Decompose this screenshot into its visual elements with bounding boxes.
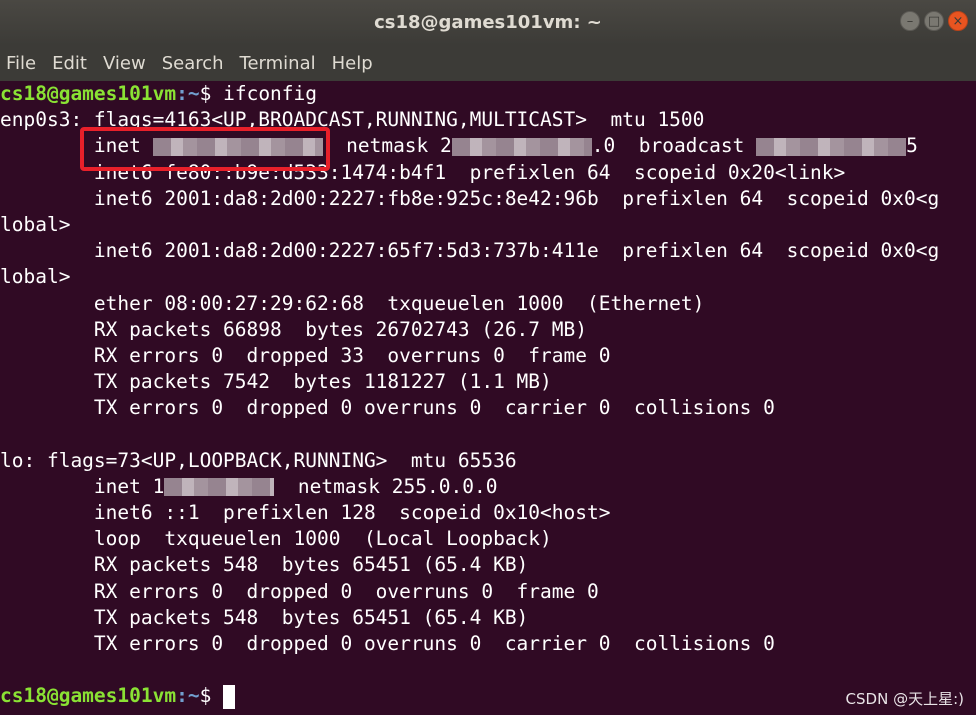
prompt-symbol: $ (199, 82, 212, 105)
redacted-lo-ip (164, 478, 275, 497)
redacted-broadcast (756, 137, 907, 156)
menu-bar: File Edit View Search Terminal Help (0, 45, 976, 81)
menu-help[interactable]: Help (332, 53, 373, 74)
prompt-user: cs18@games101vm (0, 82, 177, 105)
command-text: ifconfig (223, 82, 318, 105)
lo-netmask: netmask 255.0.0.0 (274, 474, 498, 498)
output-line: TX errors 0 dropped 0 overruns 0 carrier… (0, 396, 775, 420)
window-controls: – □ × (900, 11, 968, 31)
output-line: lobal> (0, 265, 71, 289)
redacted-netmask (451, 137, 592, 156)
output-line: TX errors 0 dropped 0 overruns 0 carrier… (0, 631, 775, 655)
terminal-output[interactable]: cs18@games101vm:~$ ifconfig enp0s3: flag… (0, 81, 976, 715)
output-line: inet6 fe80::b9e:d533:1474:b4f1 prefixlen… (0, 160, 846, 184)
output-line: RX errors 0 dropped 0 overruns 0 frame 0 (0, 579, 599, 603)
menu-edit[interactable]: Edit (52, 53, 87, 74)
prompt-symbol: $ (199, 684, 212, 708)
text-cursor (223, 684, 236, 709)
output-line: TX packets 7542 bytes 1181227 (1.1 MB) (0, 370, 552, 394)
title-bar[interactable]: cs18@games101vm: ~ – □ × (0, 0, 976, 45)
menu-terminal[interactable]: Terminal (240, 53, 316, 74)
output-line: inet6 2001:da8:2d00:2227:65f7:5d3:737b:4… (0, 239, 940, 263)
output-line: inet6 ::1 prefixlen 128 scopeid 0x10<hos… (0, 501, 611, 524)
lo-inet-label: inet 1 (0, 474, 165, 498)
maximize-icon: □ (927, 13, 941, 29)
menu-file[interactable]: File (6, 53, 36, 74)
inet-label: inet (0, 134, 153, 158)
redacted-ip (152, 137, 323, 156)
maximize-button[interactable]: □ (924, 11, 944, 31)
prompt-user: cs18@games101vm (0, 684, 177, 708)
prompt-path: :~ (176, 684, 200, 708)
menu-search[interactable]: Search (162, 53, 224, 74)
output-line: RX packets 548 bytes 65451 (65.4 KB) (0, 553, 529, 577)
output-line: inet6 2001:da8:2d00:2227:fb8e:925c:8e42:… (0, 186, 940, 210)
prompt-line: cs18@games101vm:~$ (0, 683, 976, 709)
close-button[interactable]: × (948, 11, 968, 31)
output-line: enp0s3: flags=4163<UP,BROADCAST,RUNNING,… (0, 108, 705, 132)
lo-inet-line: inet 1 netmask 255.0.0.0 (0, 474, 976, 500)
netmask-suffix: .0 broadcast (591, 134, 757, 158)
output-line: ether 08:00:27:29:62:68 txqueuelen 1000 … (0, 291, 705, 315)
broadcast-suffix: 5 (906, 134, 918, 158)
output-line: lobal> (0, 212, 71, 236)
minimize-button[interactable]: – (900, 11, 920, 31)
netmask-label: netmask 2 (322, 134, 452, 158)
output-line: lo: flags=73<UP,LOOPBACK,RUNNING> mtu 65… (0, 448, 517, 472)
minimize-icon: – (906, 13, 914, 29)
output-line: TX packets 548 bytes 65451 (65.4 KB) (0, 605, 529, 629)
window-title: cs18@games101vm: ~ (374, 12, 602, 33)
command-line: cs18@games101vm:~$ ifconfig (0, 81, 976, 107)
inet-line: inet netmask 2 .0 broadcast 5 (0, 133, 976, 159)
output-line: RX packets 66898 bytes 26702743 (26.7 MB… (0, 317, 587, 341)
close-icon: × (952, 13, 964, 29)
watermark: CSDN @天上星:) (845, 690, 964, 708)
menu-view[interactable]: View (103, 53, 146, 74)
terminal-window: cs18@games101vm: ~ – □ × File Edit View … (0, 0, 976, 715)
output-line: RX errors 0 dropped 33 overruns 0 frame … (0, 343, 611, 367)
output-line: loop txqueuelen 1000 (Local Loopback) (0, 527, 552, 551)
prompt-path: :~ (176, 82, 200, 105)
